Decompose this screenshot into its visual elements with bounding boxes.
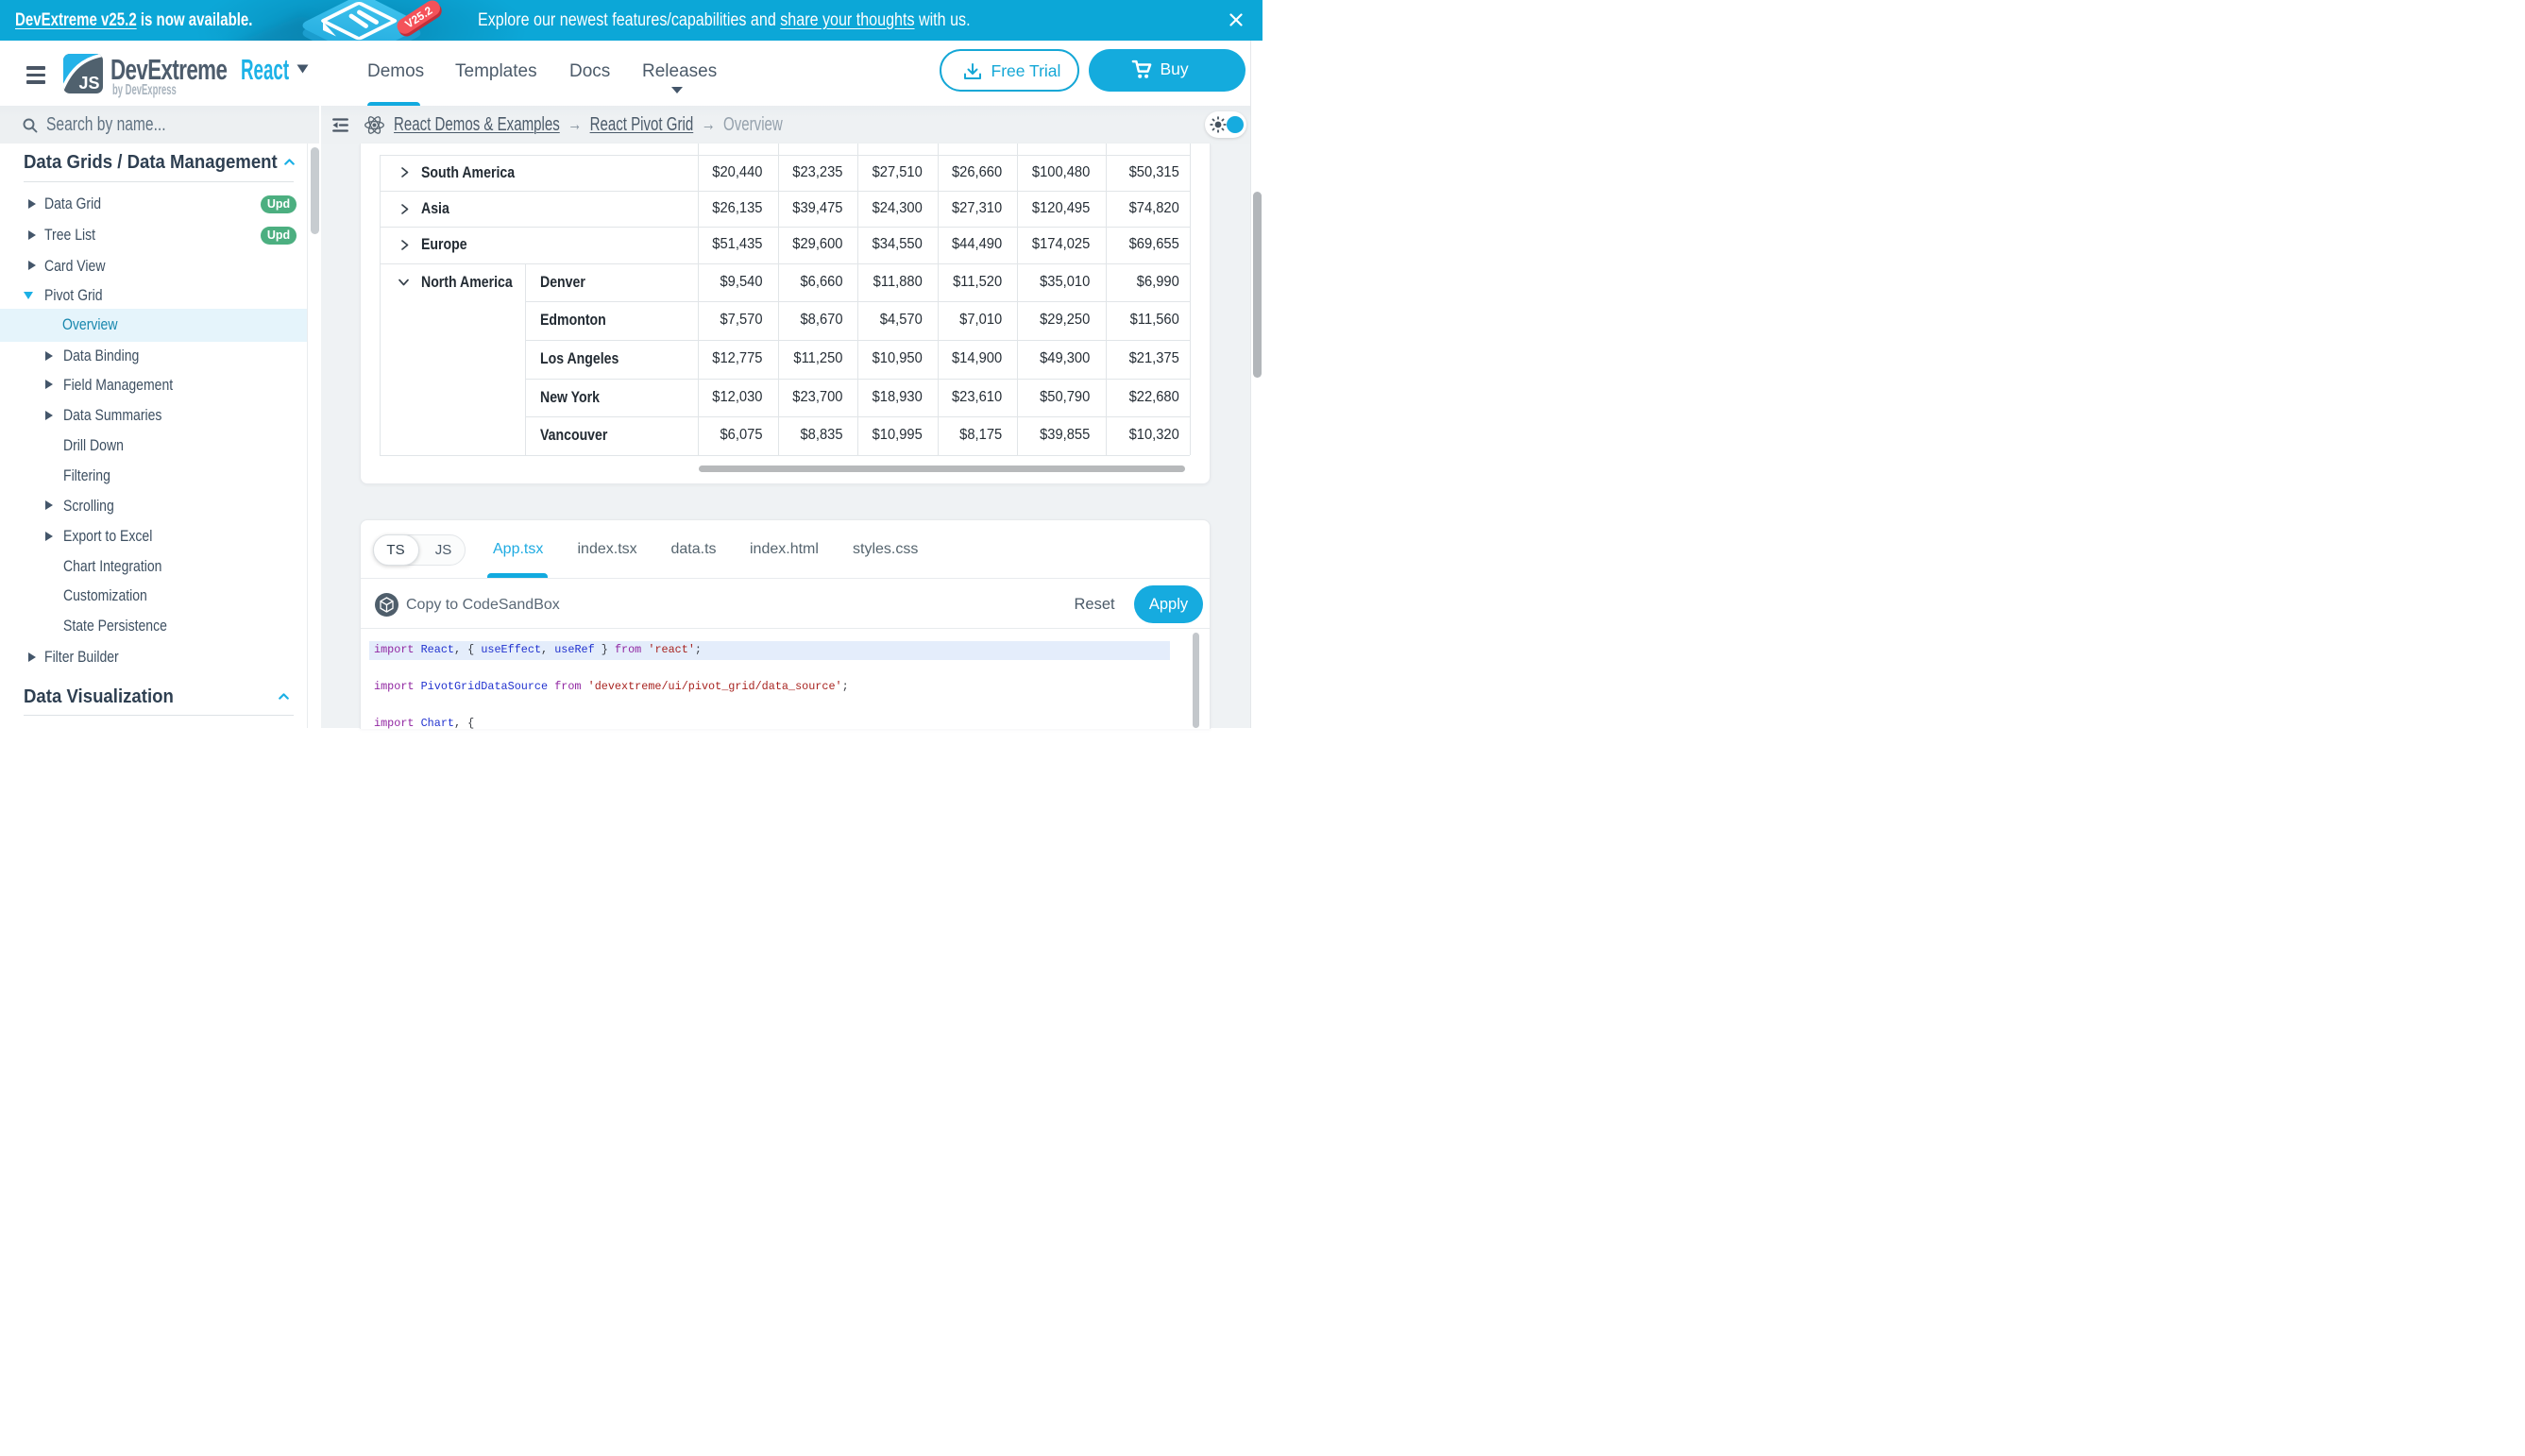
svg-text:JS: JS [78,74,99,93]
